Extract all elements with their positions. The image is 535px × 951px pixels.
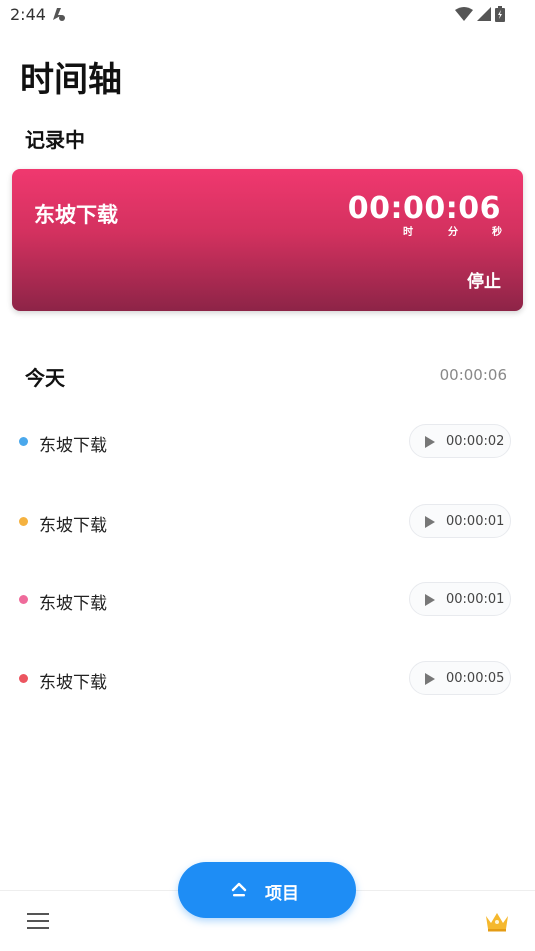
project-color-dot: [19, 595, 28, 604]
play-icon: [425, 516, 435, 528]
entry-project-name: 东坡下载: [39, 436, 107, 456]
hamburger-menu-icon[interactable]: [27, 912, 49, 930]
entry-project-name: 东坡下载: [39, 594, 107, 614]
recording-project-name: 东坡下载: [34, 203, 118, 227]
timer-unit-minutes: 分: [448, 227, 458, 238]
signal-icon: [477, 7, 491, 21]
timeline-screen: 2:44 时间轴 记录中 东坡下载 00:00:06 时 分 秒 停止 今天 0…: [0, 0, 535, 951]
timeline-entry[interactable]: 东坡下载 00:00:01: [0, 579, 535, 619]
project-color-dot: [19, 437, 28, 446]
wifi-icon: [455, 7, 473, 21]
timer-unit-hours: 时: [403, 227, 413, 238]
page-title: 时间轴: [20, 60, 122, 100]
projects-button[interactable]: 项目: [178, 862, 356, 918]
today-total-duration: 00:00:06: [439, 366, 507, 384]
timer-unit-seconds: 秒: [492, 227, 502, 238]
entry-duration: 00:00:02: [446, 434, 505, 449]
battery-icon: [495, 6, 505, 22]
entry-project-name: 东坡下载: [39, 673, 107, 693]
status-bar: 2:44: [0, 0, 535, 30]
status-icons: [455, 6, 505, 22]
play-icon: [425, 436, 435, 448]
stop-button[interactable]: 停止: [467, 267, 501, 292]
recording-timer: 00:00:06: [347, 191, 501, 226]
today-label: 今天: [25, 366, 65, 390]
entry-duration: 00:00:01: [446, 514, 505, 529]
notification-app-icon: [53, 8, 65, 21]
play-icon: [425, 673, 435, 685]
entry-project-name: 东坡下载: [39, 516, 107, 536]
recording-card[interactable]: 东坡下载 00:00:06 时 分 秒 停止: [12, 169, 523, 311]
timeline-entry[interactable]: 东坡下载 00:00:05: [0, 658, 535, 698]
play-duration-button[interactable]: 00:00:01: [409, 504, 511, 538]
timeline-entry[interactable]: 东坡下载 00:00:02: [0, 421, 535, 461]
play-duration-button[interactable]: 00:00:05: [409, 661, 511, 695]
status-time: 2:44: [10, 5, 46, 24]
chevron-up-icon: [231, 882, 247, 897]
project-color-dot: [19, 674, 28, 683]
play-icon: [425, 594, 435, 606]
crown-icon[interactable]: [484, 910, 510, 932]
projects-label: 项目: [265, 884, 299, 904]
timeline-entry[interactable]: 东坡下载 00:00:01: [0, 501, 535, 541]
entry-duration: 00:00:05: [446, 671, 505, 686]
project-color-dot: [19, 517, 28, 526]
play-duration-button[interactable]: 00:00:02: [409, 424, 511, 458]
entry-duration: 00:00:01: [446, 592, 505, 607]
play-duration-button[interactable]: 00:00:01: [409, 582, 511, 616]
recording-section-label: 记录中: [25, 128, 85, 152]
